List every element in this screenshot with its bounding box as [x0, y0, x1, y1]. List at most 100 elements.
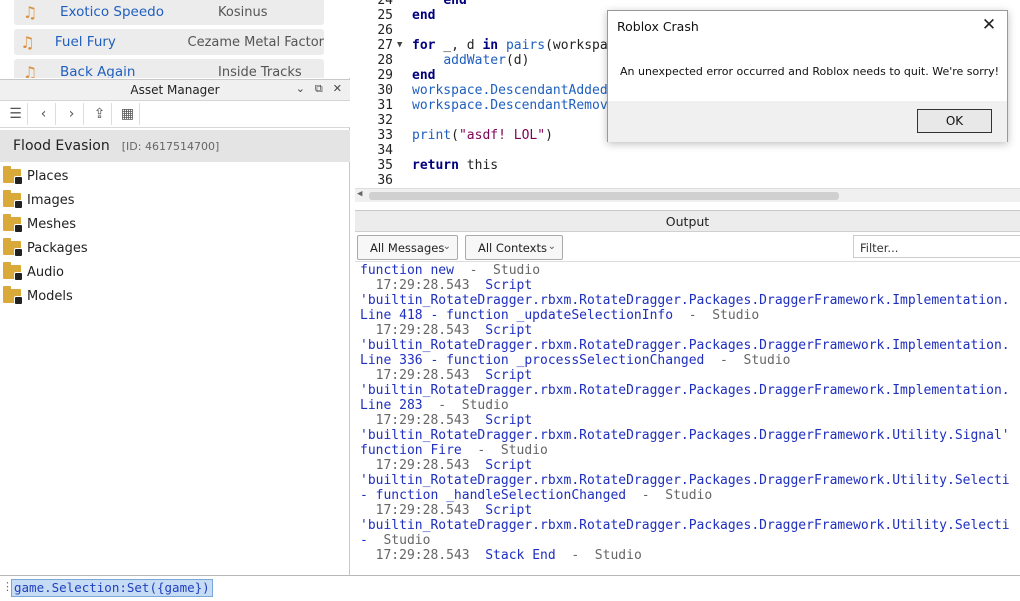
- log-line: 17:29:28.543 Stack End - Studio: [360, 548, 642, 563]
- left-panel: ♫ Exotico Speedo Kosinus ♫ Fuel Fury Cez…: [0, 0, 350, 575]
- folder-images[interactable]: Images: [0, 188, 350, 212]
- line-number: 27: [377, 38, 393, 53]
- forward-arrow-icon[interactable]: ›: [60, 103, 84, 125]
- music-note-icon: ♫: [22, 2, 38, 22]
- game-name: Flood Evasion: [13, 138, 110, 154]
- log-line: 17:29:28.543 Script: [360, 368, 533, 383]
- log-line: 17:29:28.543 Script: [360, 458, 533, 473]
- log-line: 'builtin_RotateDragger.rbxm.RotateDragge…: [360, 473, 1010, 488]
- asset-manager-header: Asset Manager ⌄ ⧉ ✕: [0, 79, 350, 101]
- scrollbar-thumb[interactable]: [369, 192, 839, 200]
- music-note-icon: ♫: [22, 62, 38, 79]
- track-artist: Cezame Metal Factor: [187, 34, 324, 50]
- log-line: - function _handleSelectionChanged - Stu…: [360, 488, 713, 503]
- log-line: 'builtin_RotateDragger.rbxm.RotateDragge…: [360, 293, 1010, 308]
- dialog-title: Roblox Crash: [617, 19, 699, 34]
- game-id: [ID: 4617514700]: [121, 139, 220, 153]
- output-log[interactable]: function new - Studio 17:29:28.543 Scrip…: [355, 263, 1020, 575]
- upload-icon[interactable]: ⇪: [88, 103, 112, 125]
- menu-icon[interactable]: ☰: [4, 103, 28, 125]
- track-name: Back Again: [60, 64, 136, 78]
- filter-input[interactable]: Filter...: [853, 235, 1020, 258]
- log-line: function Fire - Studio: [360, 443, 548, 458]
- grid-view-icon[interactable]: ▦: [116, 103, 140, 125]
- line-number: 32: [377, 113, 393, 128]
- log-line: function new - Studio: [360, 263, 541, 278]
- music-note-icon: ♫: [20, 32, 35, 52]
- list-item[interactable]: ♫ Fuel Fury Cezame Metal Factor: [14, 29, 324, 55]
- line-number: 26: [377, 23, 393, 38]
- fold-arrow-icon[interactable]: ▼: [397, 40, 402, 50]
- folder-icon: [3, 190, 23, 209]
- chevron-down-icon[interactable]: ⌄: [296, 82, 305, 96]
- scroll-left-icon[interactable]: ◀: [357, 189, 362, 199]
- back-arrow-icon[interactable]: ‹: [32, 103, 56, 125]
- folder-icon: [3, 286, 23, 305]
- folder-list: Places Images Meshes Packages Audio Mode…: [0, 164, 350, 308]
- log-line: 'builtin_RotateDragger.rbxm.RotateDragge…: [360, 338, 1010, 353]
- dropdown-value: All Contexts: [478, 241, 547, 255]
- close-icon[interactable]: ✕: [333, 82, 342, 96]
- audio-list: ♫ Exotico Speedo Kosinus ♫ Fuel Fury Cez…: [0, 0, 350, 78]
- output-filters: All Messages ⌄ All Contexts ⌄ Filter...: [355, 232, 1020, 262]
- list-item[interactable]: ♫ Back Again Inside Tracks: [14, 59, 324, 78]
- line-number: 25: [377, 8, 393, 23]
- line-number: 35: [377, 158, 393, 173]
- log-line: 'builtin_RotateDragger.rbxm.RotateDragge…: [360, 518, 1010, 533]
- horizontal-scrollbar[interactable]: ◀: [355, 188, 1020, 202]
- folder-icon: [3, 262, 23, 281]
- folder-models[interactable]: Models: [0, 284, 350, 308]
- output-header: Output: [355, 210, 1020, 232]
- track-artist: Kosinus: [218, 4, 268, 20]
- messages-dropdown[interactable]: All Messages ⌄: [357, 235, 458, 260]
- code-line: end: [443, 0, 467, 8]
- log-line: 17:29:28.543 Script: [360, 503, 533, 518]
- log-line: Line 418 - function _updateSelectionInfo…: [360, 308, 760, 323]
- dialog-message: An unexpected error occurred and Roblox …: [620, 65, 1000, 78]
- line-number: 24: [377, 0, 393, 8]
- line-number-gutter: 24 25 26 27 28 29 30 31 32 33 34 35 36: [355, 0, 395, 188]
- ok-button[interactable]: OK: [917, 109, 992, 133]
- command-input[interactable]: game.Selection:Set({game}): [11, 579, 213, 597]
- command-bar: ⋮ game.Selection:Set({game}): [0, 575, 1020, 601]
- dialog-footer: OK: [608, 101, 1007, 142]
- line-number: 34: [377, 143, 393, 158]
- crash-dialog: Roblox Crash ✕ An unexpected error occur…: [607, 10, 1008, 142]
- track-artist: Inside Tracks: [218, 64, 302, 79]
- line-number: 33: [377, 128, 393, 143]
- code-line: return this: [412, 158, 499, 173]
- log-line: Line 336 - function _processSelectionCha…: [360, 353, 791, 368]
- log-line: 'builtin_RotateDragger.rbxm.RotateDragge…: [360, 428, 1010, 443]
- folder-packages[interactable]: Packages: [0, 236, 350, 260]
- folder-icon: [3, 166, 23, 185]
- folder-places[interactable]: Places: [0, 164, 350, 188]
- log-line: 17:29:28.543 Script: [360, 278, 533, 293]
- log-line: Line 283 - Studio: [360, 398, 509, 413]
- contexts-dropdown[interactable]: All Contexts ⌄: [465, 235, 563, 260]
- dropdown-value: All Messages: [370, 241, 445, 255]
- asset-manager-toolbar: ☰ ‹ › ⇪ ▦: [0, 101, 350, 128]
- list-item[interactable]: ♫ Exotico Speedo Kosinus: [14, 0, 324, 25]
- log-line: - Studio: [360, 533, 431, 548]
- line-number: 36: [377, 173, 393, 188]
- chevron-down-icon: ⌄: [442, 241, 451, 252]
- folder-icon: [3, 238, 23, 257]
- game-row[interactable]: Flood Evasion [ID: 4617514700]: [0, 130, 350, 162]
- folder-icon: [3, 214, 23, 233]
- undock-icon[interactable]: ⧉: [315, 82, 323, 96]
- close-icon[interactable]: ✕: [979, 15, 999, 35]
- track-name: Exotico Speedo: [60, 4, 164, 20]
- folder-audio[interactable]: Audio: [0, 260, 350, 284]
- line-number: 31: [377, 98, 393, 113]
- log-line: 17:29:28.543 Script: [360, 413, 533, 428]
- line-number: 28: [377, 53, 393, 68]
- track-name: Fuel Fury: [54, 34, 116, 50]
- line-number: 30: [377, 83, 393, 98]
- studio-window: ♫ Exotico Speedo Kosinus ♫ Fuel Fury Cez…: [0, 0, 1020, 601]
- log-line: 17:29:28.543 Script: [360, 323, 533, 338]
- chevron-down-icon: ⌄: [547, 241, 556, 252]
- folder-meshes[interactable]: Meshes: [0, 212, 350, 236]
- line-number: 29: [377, 68, 393, 83]
